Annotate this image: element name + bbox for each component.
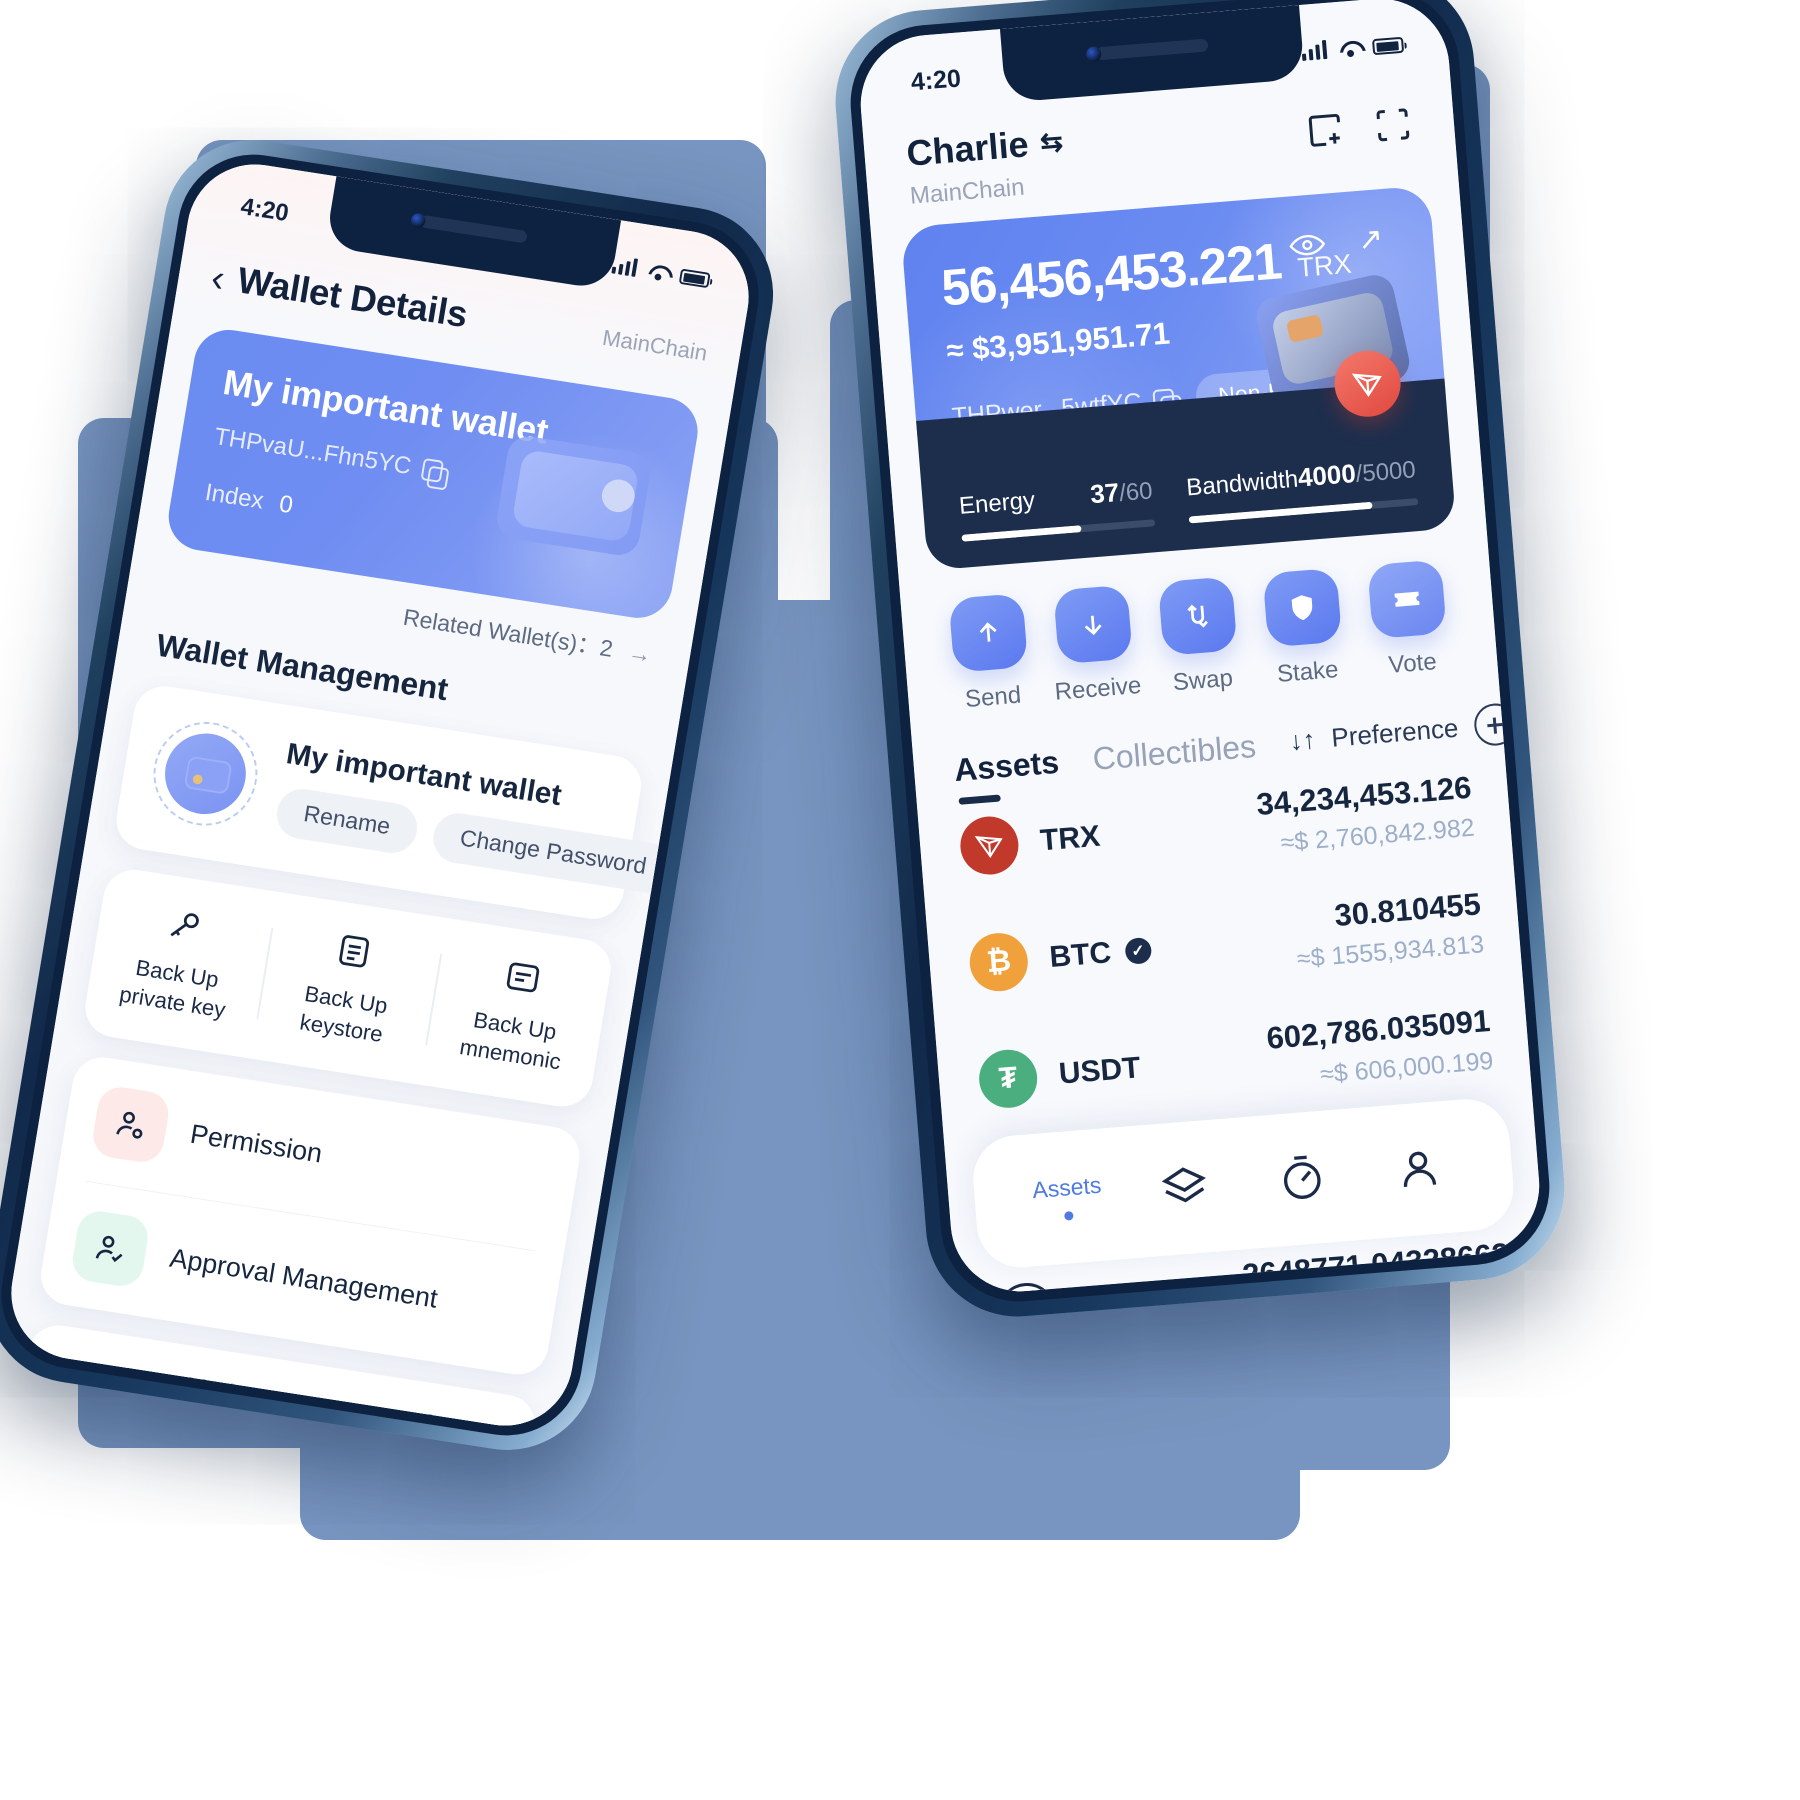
resource-bandwidth: Bandwidth 4000/5000 [1185,453,1419,524]
nav-explore[interactable] [1241,1149,1362,1208]
bttold-coin-icon [995,1280,1059,1297]
approval-management-label: Approval Management [167,1243,440,1314]
wallet-avatar-icon [145,714,266,833]
index-label: Index [203,478,266,515]
arrow-down-icon [1052,584,1133,665]
rename-button[interactable]: Rename [273,785,421,857]
eye-icon[interactable] [1288,232,1326,257]
backup-private-key-button[interactable]: Back Up private key [86,890,274,1030]
phone-wallet-home: 4:20 Charlie ⇆ MainChain 56,456,453.221 … [828,0,1572,1324]
usdt-coin-icon: ₮ [976,1047,1040,1110]
bandwidth-total: /5000 [1354,456,1417,488]
page-title: Wallet Details [234,260,471,336]
preference-label[interactable]: Preference [1330,712,1459,753]
active-dot-icon [1064,1210,1074,1221]
chevron-left-icon[interactable]: ‹ [208,256,228,300]
scan-qr-icon[interactable] [1370,102,1415,147]
asset-usd: ≈$ 2,760,842.982 [1279,813,1476,858]
backup-mnemonic-button[interactable]: Back Up mnemonic [423,943,611,1083]
asset-symbol: USDT [1057,1050,1142,1091]
action-receive-label: Receive [1053,671,1143,706]
signal-bars-icon [1301,39,1328,61]
add-wallet-icon[interactable] [1303,108,1348,153]
wifi-icon [1337,38,1362,58]
action-receive[interactable]: Receive [1037,583,1151,707]
action-swap-label: Swap [1171,664,1234,697]
action-send[interactable]: Send [933,592,1047,716]
add-token-icon[interactable] [1472,701,1518,748]
approval-user-check-icon [69,1208,152,1290]
swap-icon [1157,576,1238,656]
btc-coin-icon: ₿ [967,930,1030,993]
arrow-up-icon [948,593,1028,673]
chain-label: MainChain [600,324,710,366]
status-time: 4:20 [238,192,291,227]
status-time: 4:20 [909,63,962,96]
mnemonic-icon [443,944,604,1011]
action-stake[interactable]: Stake [1247,567,1361,691]
action-send-label: Send [964,681,1023,713]
arrow-up-right-icon[interactable]: ↗ [1357,221,1385,258]
action-stake-label: Stake [1276,656,1340,688]
energy-total: /60 [1118,477,1154,507]
nav-assets-label: Assets [1031,1171,1103,1204]
asset-usd: ≈$ 1555,934.813 [1295,930,1486,974]
account-name: Charlie [904,123,1030,174]
shield-icon [1262,567,1343,648]
keystore-icon [274,918,435,985]
battery-icon [678,268,711,289]
ticket-icon [1367,559,1448,640]
signal-bars-icon [611,254,639,277]
action-vote-label: Vote [1387,648,1438,679]
arrow-right-icon: → [626,639,654,669]
verified-badge-icon: ✓ [1123,936,1152,965]
nav-assets[interactable]: Assets [1007,1170,1128,1225]
action-swap[interactable]: Swap [1142,575,1256,699]
asset-symbol: BTTOLD [1076,1281,1199,1297]
backup-keystore-button[interactable]: Back Up keystore [255,916,443,1056]
action-vote[interactable]: Vote [1352,558,1466,682]
permission-user-icon [89,1083,172,1165]
permission-label: Permission [188,1118,325,1169]
bandwidth-label: Bandwidth [1185,465,1300,502]
nav-layers[interactable] [1124,1158,1245,1217]
resource-energy: Energy 37/60 [958,474,1156,542]
asset-amount: 30.810455 [1333,886,1483,934]
index-value: 0 [277,490,295,519]
asset-symbol: BTC [1048,935,1113,974]
copy-icon[interactable] [420,457,445,483]
wallet-address: THPvaU...Fhn5YC [212,422,414,480]
energy-used: 37 [1089,477,1121,510]
asset-symbol: TRX [1038,819,1102,857]
sort-icon[interactable]: ↓↑ [1288,724,1316,757]
energy-label: Energy [958,486,1036,520]
chain-label: MainChain [908,173,1026,210]
battery-icon [1371,36,1405,56]
nav-profile[interactable] [1358,1139,1479,1198]
wifi-icon [646,261,672,282]
permissions-card: Permission Approval Management [36,1052,585,1380]
bandwidth-used: 4000 [1296,458,1357,493]
wallet-illustration-icon [493,433,654,558]
trx-coin-icon [958,813,1021,877]
key-icon [105,891,266,958]
switch-account-icon[interactable]: ⇆ [1039,126,1064,159]
account-switcher[interactable]: Charlie ⇆ [905,120,1065,174]
asset-amount: 34,234,453.126 [1255,769,1473,822]
